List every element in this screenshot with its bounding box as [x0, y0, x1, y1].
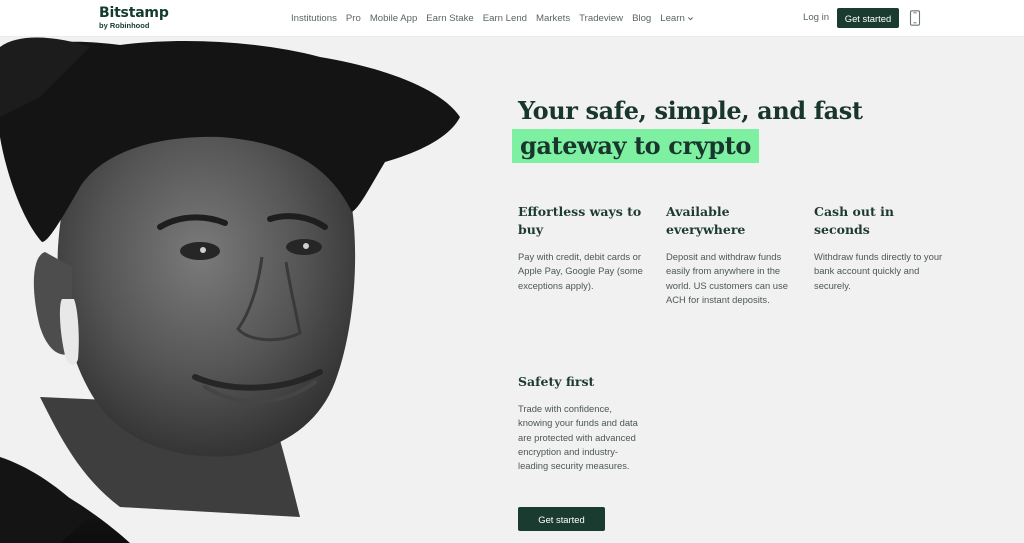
- nav-learn-label: Learn: [660, 12, 685, 24]
- feature-available-everywhere: Available everywhere Deposit and withdra…: [666, 203, 796, 307]
- main-nav: Institutions Pro Mobile App Earn Stake E…: [291, 0, 694, 36]
- site-header: Bitstamp by Robinhood Institutions Pro M…: [0, 0, 1024, 37]
- logo-subtitle: by Robinhood: [99, 21, 150, 30]
- feature-text: Deposit and withdraw funds easily from a…: [666, 251, 788, 305]
- feature-effortless-buy: Effortless ways to buy Pay with credit, …: [518, 203, 648, 293]
- feature-title: Safety first: [518, 374, 595, 389]
- nav-pro[interactable]: Pro: [346, 13, 361, 24]
- bitstamp-logo[interactable]: Bitstamp by Robinhood: [99, 5, 189, 31]
- feature-text: Pay with credit, debit cards or Apple Pa…: [518, 251, 643, 291]
- feature-title: Cash out in seconds: [814, 204, 894, 237]
- hero-portrait-image: [0, 37, 460, 543]
- nav-mobile-app[interactable]: Mobile App: [370, 13, 417, 24]
- nav-tradeview[interactable]: Tradeview: [579, 13, 623, 24]
- mobile-phone-icon[interactable]: [909, 10, 921, 26]
- headline-line-1: Your safe, simple, and fast: [518, 96, 863, 125]
- nav-earn-stake[interactable]: Earn Stake: [426, 13, 473, 24]
- hero-headline: Your safe, simple, and fast gateway to c…: [512, 93, 863, 163]
- feature-text: Trade with confidence, knowing your fund…: [518, 403, 638, 472]
- hero-section: Your safe, simple, and fast gateway to c…: [0, 37, 1024, 543]
- feature-safety-first: Safety first Trade with confidence, know…: [518, 373, 648, 473]
- feature-title: Effortless ways to buy: [518, 204, 642, 237]
- chevron-down-icon: [687, 16, 693, 20]
- headline-highlight: gateway to crypto: [512, 129, 759, 163]
- nav-learn[interactable]: Learn: [660, 13, 694, 24]
- feature-text: Withdraw funds directly to your bank acc…: [814, 251, 943, 291]
- nav-blog[interactable]: Blog: [632, 13, 651, 24]
- feature-title: Available everywhere: [666, 204, 746, 237]
- logo-name: Bitstamp: [99, 5, 169, 21]
- nav-institutions[interactable]: Institutions: [291, 13, 337, 24]
- hero-get-started-button[interactable]: Get started: [518, 507, 605, 531]
- nav-markets[interactable]: Markets: [536, 13, 570, 24]
- nav-earn-lend[interactable]: Earn Lend: [483, 13, 527, 24]
- header-get-started-button[interactable]: Get started: [837, 8, 899, 28]
- feature-cash-out: Cash out in seconds Withdraw funds direc…: [814, 203, 944, 293]
- login-link[interactable]: Log in: [803, 12, 829, 23]
